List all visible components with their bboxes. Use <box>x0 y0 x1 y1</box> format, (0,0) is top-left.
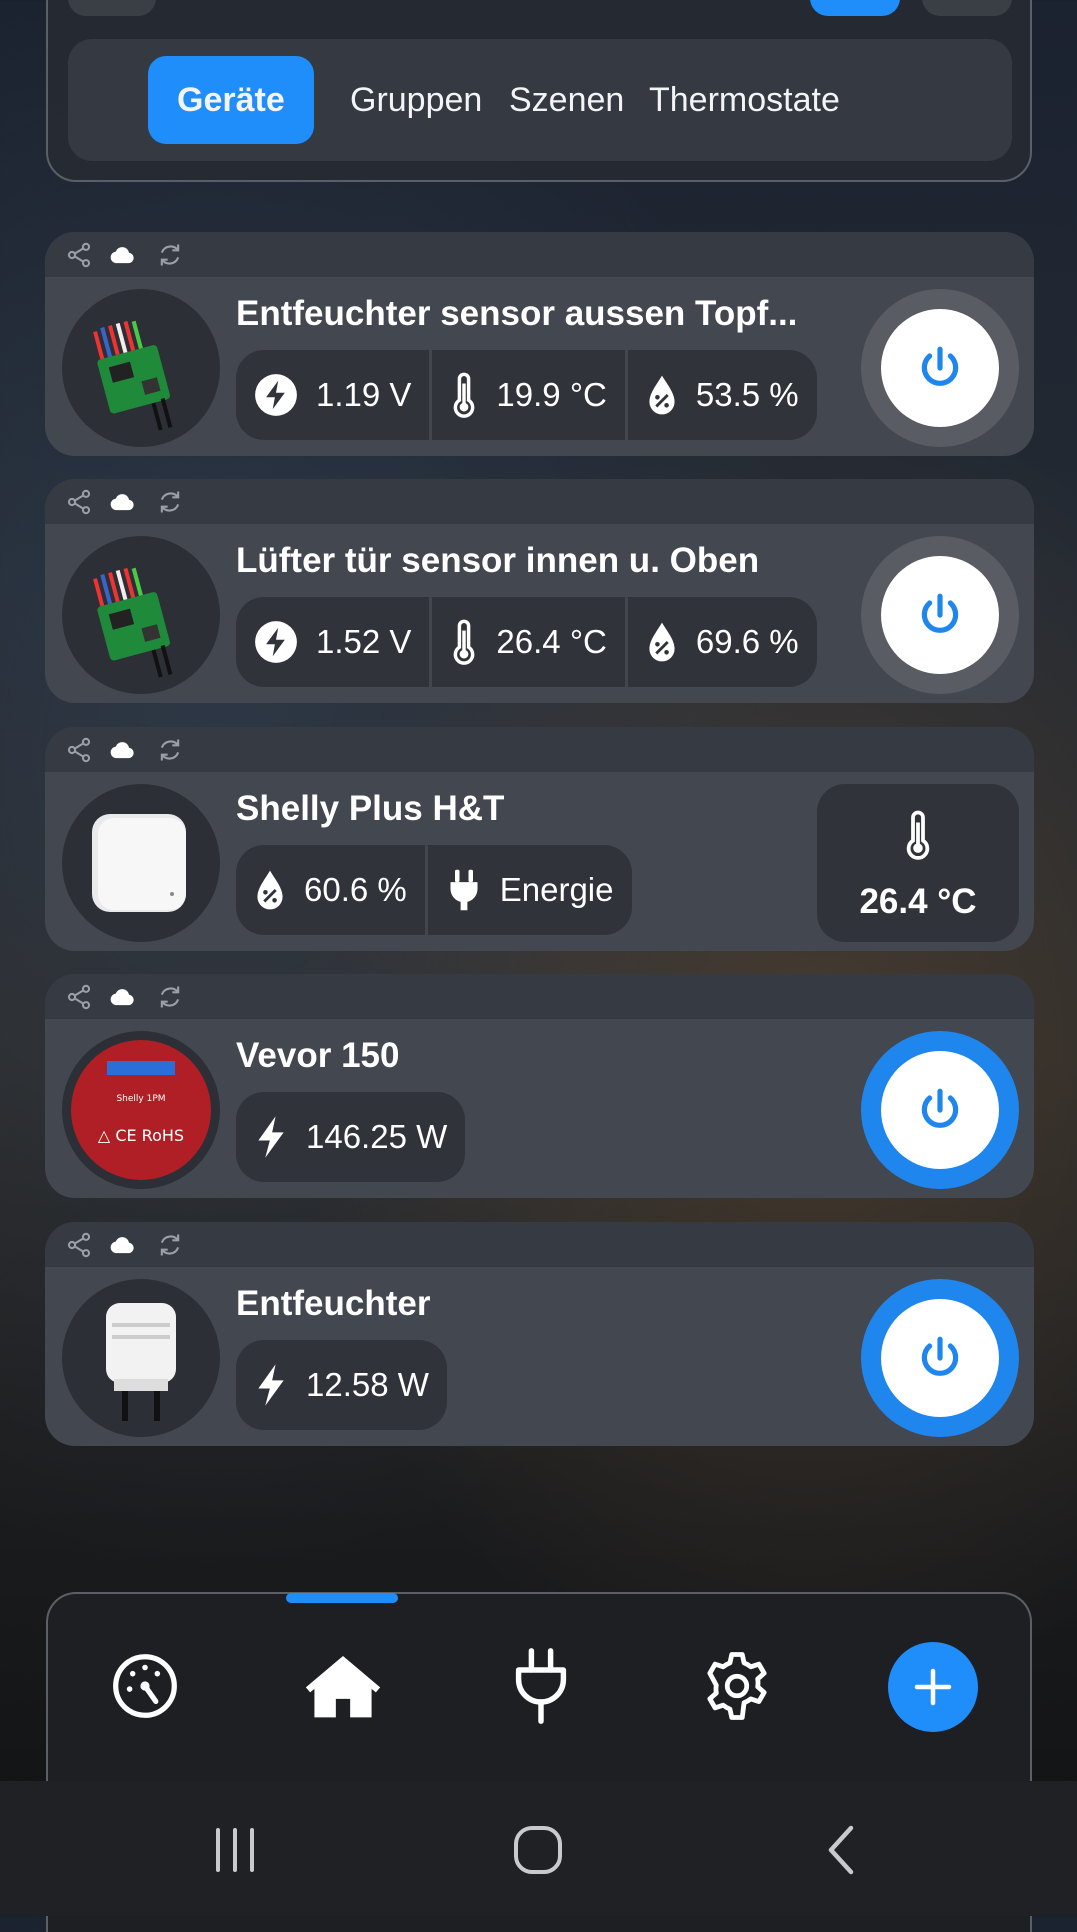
home-circle-icon[interactable] <box>503 1820 573 1880</box>
energy-chip: Energie <box>428 845 632 935</box>
temperature-chip: 19.9 °C <box>432 350 628 440</box>
energy-icon <box>446 867 482 913</box>
device-name: Vevor 150 <box>236 1036 400 1075</box>
thermometer-icon <box>903 810 933 860</box>
card-status-bar <box>45 974 1034 1019</box>
share-icon <box>65 488 93 516</box>
power-toggle[interactable] <box>861 1031 1019 1189</box>
tab-geraete[interactable]: Geräte <box>148 56 314 144</box>
add-device-button[interactable] <box>888 1642 978 1732</box>
refresh-icon <box>156 241 184 269</box>
device-name: Shelly Plus H&T <box>236 789 505 828</box>
power-toggle[interactable] <box>861 536 1019 694</box>
power-button[interactable] <box>881 309 999 427</box>
home-icon[interactable] <box>298 1641 388 1731</box>
device-name: Entfeuchter <box>236 1284 431 1323</box>
humidity-chip: 60.6 % <box>236 845 428 935</box>
device-metrics: 146.25 W <box>236 1092 466 1182</box>
refresh-icon <box>156 736 184 764</box>
share-icon <box>65 983 93 1011</box>
svg-text:Shelly 1PM: Shelly 1PM <box>116 1094 165 1104</box>
cloud-icon <box>108 241 136 269</box>
power-icon <box>915 343 965 393</box>
svg-text:△ CE RoHS: △ CE RoHS <box>98 1126 184 1145</box>
device-card[interactable]: Shelly 1PM △ CE RoHS Vevor 150 146.25 W <box>45 974 1034 1198</box>
power-button[interactable] <box>881 556 999 674</box>
device-metrics: 60.6 % Energie <box>236 845 632 935</box>
refresh-icon <box>156 488 184 516</box>
device-metrics: 12.58 W <box>236 1340 447 1430</box>
relay-module-icon: Shelly 1PM △ CE RoHS <box>62 1031 220 1189</box>
power-chip: 146.25 W <box>236 1092 465 1182</box>
card-status-bar <box>45 479 1034 524</box>
temperature-display[interactable]: 26.4 °C <box>817 784 1019 942</box>
device-card[interactable]: Entfeuchter sensor aussen Topf... 1.19 V… <box>45 232 1034 456</box>
recent-apps-icon[interactable] <box>200 1820 270 1880</box>
device-name: Entfeuchter sensor aussen Topf... <box>236 294 798 333</box>
card-status-bar <box>45 727 1034 772</box>
power-toggle[interactable] <box>861 1279 1019 1437</box>
smart-plug-icon <box>62 1279 220 1437</box>
voltage-icon <box>254 620 298 664</box>
power-icon <box>254 1362 288 1408</box>
voltage-chip: 1.19 V <box>236 350 433 440</box>
device-card[interactable]: Lüfter tür sensor innen u. Oben 1.52 V 2… <box>45 479 1034 703</box>
top-right-button[interactable] <box>922 0 1012 16</box>
device-card[interactable]: Entfeuchter 12.58 W <box>45 1222 1034 1446</box>
pcb-sensor-icon <box>62 289 220 447</box>
humidity-chip: 69.6 % <box>628 597 817 687</box>
voltage-chip: 1.52 V <box>236 597 433 687</box>
share-icon <box>65 1231 93 1259</box>
power-button[interactable] <box>881 1051 999 1169</box>
power-chip: 12.58 W <box>236 1340 447 1430</box>
device-card[interactable]: Shelly Plus H&T 60.6 % Energie 26.4 °C <box>45 727 1034 951</box>
card-status-bar <box>45 1222 1034 1267</box>
dashboard-icon[interactable] <box>100 1641 190 1731</box>
power-icon <box>915 590 965 640</box>
add-icon <box>914 1668 952 1706</box>
power-toggle[interactable] <box>861 289 1019 447</box>
tab-bar: Geräte Gruppen Szenen Thermostate <box>68 39 1012 161</box>
active-nav-indicator <box>286 1593 398 1603</box>
cloud-icon <box>108 1231 136 1259</box>
top-active-button[interactable] <box>810 0 900 16</box>
device-name: Lüfter tür sensor innen u. Oben <box>236 541 760 580</box>
refresh-icon <box>156 983 184 1011</box>
power-icon <box>915 1085 965 1135</box>
humidity-icon <box>254 867 286 913</box>
plug-icon[interactable] <box>496 1641 586 1731</box>
back-icon[interactable] <box>806 1820 876 1880</box>
power-button[interactable] <box>881 1299 999 1417</box>
card-status-bar <box>45 232 1034 277</box>
power-icon <box>254 1114 288 1160</box>
power-icon <box>915 1333 965 1383</box>
settings-icon[interactable] <box>692 1641 782 1731</box>
pcb-sensor-icon <box>62 536 220 694</box>
share-icon <box>65 241 93 269</box>
temperature-chip: 26.4 °C <box>432 597 628 687</box>
cloud-icon <box>108 488 136 516</box>
cloud-icon <box>108 983 136 1011</box>
device-metrics: 1.52 V 26.4 °C 69.6 % <box>236 597 817 687</box>
top-left-button[interactable] <box>68 0 156 16</box>
device-metrics: 1.19 V 19.9 °C 53.5 % <box>236 350 817 440</box>
humidity-icon <box>646 372 678 418</box>
humidity-icon <box>646 619 678 665</box>
tab-thermostate[interactable]: Thermostate <box>620 56 869 144</box>
refresh-icon <box>156 1231 184 1259</box>
temperature-icon <box>450 619 478 665</box>
share-icon <box>65 736 93 764</box>
ht-sensor-icon <box>62 784 220 942</box>
temperature-icon <box>450 372 478 418</box>
voltage-icon <box>254 373 298 417</box>
cloud-icon <box>108 736 136 764</box>
humidity-chip: 53.5 % <box>628 350 817 440</box>
